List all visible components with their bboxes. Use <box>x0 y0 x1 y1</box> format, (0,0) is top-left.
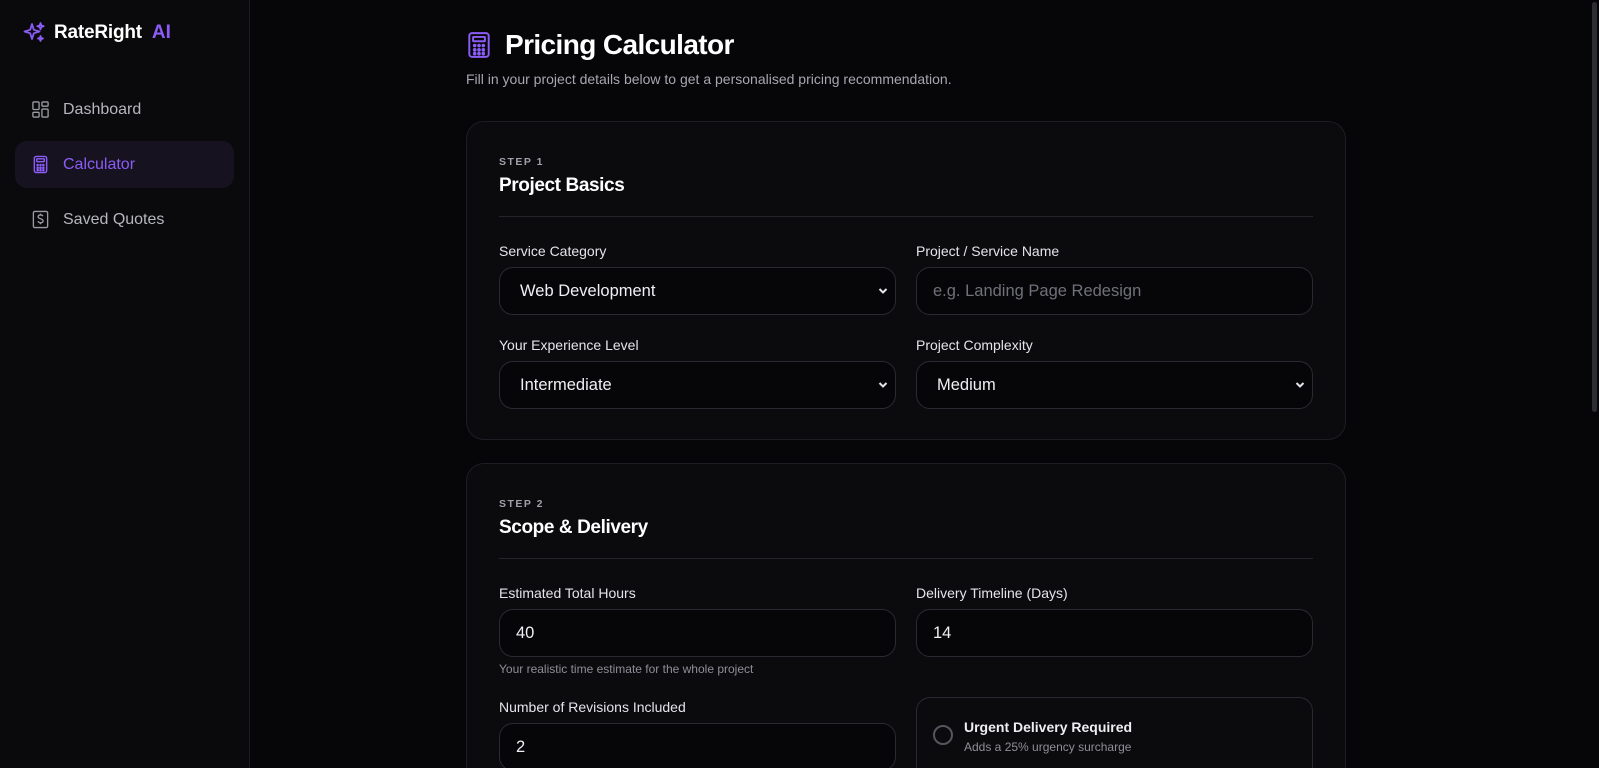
complexity-select[interactable]: Medium <box>916 361 1313 409</box>
sidebar-item-calculator[interactable]: Calculator <box>15 141 234 188</box>
revisions-label: Number of Revisions Included <box>499 699 686 715</box>
service-name-input[interactable]: e.g. Landing Page Redesign <box>916 267 1313 315</box>
divider <box>499 216 1313 217</box>
chevron-down-icon <box>878 382 888 388</box>
step2-card: STEP 2 Scope & Delivery Estimated Total … <box>466 463 1346 768</box>
hours-input[interactable]: 40 <box>499 609 896 657</box>
select-value: Intermediate <box>520 375 612 394</box>
sidebar-item-dashboard[interactable]: Dashboard <box>15 86 234 133</box>
chevron-down-icon <box>878 288 888 294</box>
experience-select[interactable]: Intermediate <box>499 361 896 409</box>
dashboard-icon <box>32 101 49 118</box>
service-name-label: Project / Service Name <box>916 243 1060 259</box>
scroll-thumb[interactable] <box>1592 2 1597 412</box>
step-title: Project Basics <box>499 175 625 196</box>
select-value: Web Development <box>520 281 656 300</box>
hours-hint: Your realistic time estimate for the who… <box>499 662 754 676</box>
sidebar-item-label: Saved Quotes <box>63 210 165 228</box>
sidebar-item-label: Dashboard <box>63 100 142 118</box>
sidebar-item-label: Calculator <box>63 155 136 173</box>
brand-name: RateRight <box>54 22 142 43</box>
complexity-label: Project Complexity <box>916 337 1033 353</box>
dollar-document-icon <box>32 210 49 229</box>
input-placeholder: e.g. Landing Page Redesign <box>933 281 1142 300</box>
hours-label: Estimated Total Hours <box>499 585 636 601</box>
sidebar-nav: Dashboard Calculator Saved Quotes <box>15 86 234 251</box>
urgent-delivery-toggle[interactable]: Urgent Delivery Required Adds a 25% urge… <box>916 697 1313 768</box>
step-title: Scope & Delivery <box>499 517 648 538</box>
input-value: 2 <box>516 737 526 756</box>
step-label: STEP 2 <box>499 498 544 510</box>
page-scrollbar[interactable] <box>1591 0 1599 768</box>
input-value: 14 <box>933 623 952 642</box>
urgent-subtitle: Adds a 25% urgency surcharge <box>964 740 1132 754</box>
step-label: STEP 1 <box>499 156 544 168</box>
calculator-icon <box>33 155 48 174</box>
experience-label: Your Experience Level <box>499 337 639 353</box>
sidebar: RateRight AI Dashboard Calculator Saved … <box>0 0 250 768</box>
input-value: 40 <box>516 623 535 642</box>
sidebar-item-saved-quotes[interactable]: Saved Quotes <box>15 196 234 243</box>
calculator-icon <box>468 32 490 58</box>
urgent-radio[interactable] <box>933 725 953 745</box>
brand-logo[interactable]: RateRight AI <box>22 20 171 46</box>
step1-card: STEP 1 Project Basics Service Category W… <box>466 121 1346 440</box>
revisions-input[interactable]: 2 <box>499 723 896 768</box>
service-category-label: Service Category <box>499 243 607 259</box>
sparkles-icon <box>23 22 45 42</box>
service-category-select[interactable]: Web Development <box>499 267 896 315</box>
select-value: Medium <box>937 375 996 394</box>
timeline-input[interactable]: 14 <box>916 609 1313 657</box>
divider <box>499 558 1313 559</box>
timeline-label: Delivery Timeline (Days) <box>916 585 1068 601</box>
urgent-title: Urgent Delivery Required <box>964 719 1133 735</box>
page-subtitle: Fill in your project details below to ge… <box>466 71 952 87</box>
chevron-down-icon <box>1295 382 1305 388</box>
page-header: Pricing Calculator Fill in your project … <box>466 28 1346 87</box>
brand-suffix: AI <box>151 22 171 43</box>
page-title: Pricing Calculator <box>505 29 734 60</box>
